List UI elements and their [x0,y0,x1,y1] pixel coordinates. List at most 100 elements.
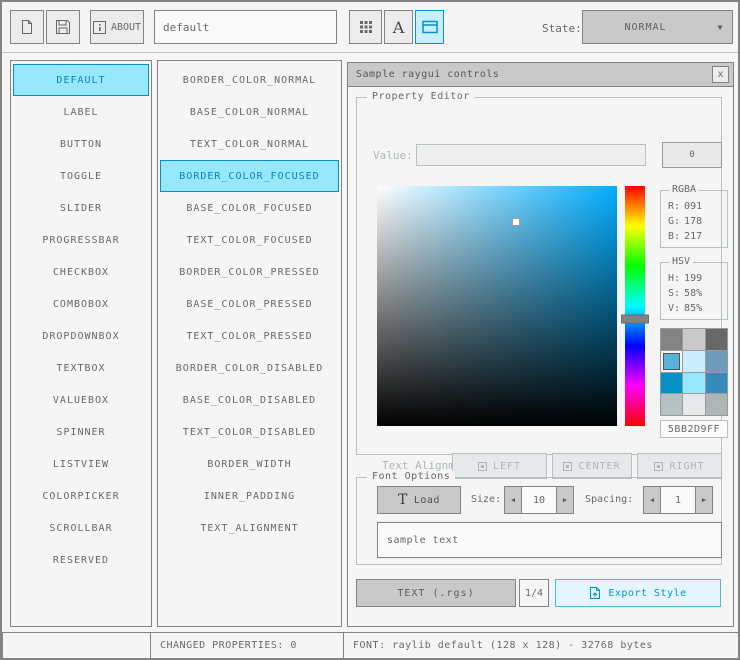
control-list-item[interactable]: COLORPICKER [13,480,149,512]
align-left-icon [477,461,487,471]
property-list-item[interactable]: TEXT_ALIGNMENT [160,512,339,544]
rgba-r-row: R: 091 [661,199,727,214]
palette-swatch[interactable] [705,350,727,372]
b-value: 217 [684,231,703,242]
palette-swatch[interactable] [661,394,683,415]
control-list-item[interactable]: COMBOBOX [13,288,149,320]
palette-swatch[interactable] [705,329,727,350]
spacing-value[interactable]: 1 [660,486,696,514]
control-list-item[interactable]: LABEL [13,96,149,128]
font-view-button[interactable]: A [384,10,413,44]
control-list-item[interactable]: TOGGLE [13,160,149,192]
control-list-item[interactable]: DROPDOWNBOX [13,320,149,352]
property-list-item[interactable]: TEXT_COLOR_NORMAL [160,128,339,160]
color-picker-cursor[interactable] [512,218,521,226]
status-bar-left [2,632,151,658]
style-color-palette [660,328,728,416]
changed-properties-text: CHANGED PROPERTIES: 0 [160,640,297,651]
spacing-decrement-button[interactable]: ◀ [643,486,661,514]
size-value[interactable]: 10 [521,486,557,514]
hue-slider-handle[interactable] [621,314,649,324]
font-info-text: FONT: raylib default (128 x 128) - 32768… [353,640,653,651]
text-format-button[interactable]: TEXT (.rgs) [356,579,516,607]
property-list-item[interactable]: BORDER_COLOR_FOCUSED [160,160,339,192]
about-button[interactable]: ABOUT [90,10,144,44]
properties-list: BORDER_COLOR_NORMAL BASE_COLOR_NORMAL TEXT… [157,60,342,627]
value-zero-button[interactable]: 0 [662,142,722,168]
property-list-item[interactable]: BORDER_COLOR_DISABLED [160,352,339,384]
hue-bar[interactable] [621,186,649,426]
hex-value-box[interactable]: 5BB2D9FF [660,420,728,438]
save-style-button[interactable] [46,10,80,44]
palette-swatch[interactable] [661,372,683,394]
property-list-item[interactable]: BORDER_COLOR_PRESSED [160,256,339,288]
font-T-icon: T [398,492,408,508]
property-list-item[interactable]: BASE_COLOR_DISABLED [160,384,339,416]
palette-swatch[interactable] [683,350,705,372]
r-value: 091 [684,201,703,212]
palette-swatch[interactable] [705,372,727,394]
state-dropdown[interactable]: NORMAL ▼ [582,10,733,44]
size-decrement-button[interactable]: ◀ [504,486,522,514]
hsv-v-row: V: 85% [661,301,727,316]
control-list-item[interactable]: DEFAULT [13,64,149,96]
text-format-label: TEXT (.rgs) [397,587,475,599]
hsv-s-row: S: 58% [661,286,727,301]
hsv-h-row: H: 199 [661,271,727,286]
control-list-item[interactable]: LISTVIEW [13,448,149,480]
close-icon: x [717,69,724,80]
control-list-item[interactable]: SCROLLBAR [13,512,149,544]
arrow-right-icon: ▶ [701,496,707,504]
controls-view-button[interactable] [415,10,444,44]
close-button[interactable]: x [712,66,729,83]
align-right-button[interactable]: RIGHT [637,453,722,479]
controls-list: DEFAULT LABEL BUTTON TOGGLE SLIDER PROGRESSBA… [10,60,152,627]
control-list-item[interactable]: PROGRESSBAR [13,224,149,256]
align-left-button[interactable]: LEFT [452,453,547,479]
palette-swatch[interactable] [683,394,705,415]
property-list-item[interactable]: TEXT_COLOR_FOCUSED [160,224,339,256]
color-picker-panel[interactable] [377,186,617,426]
control-list-item[interactable]: BUTTON [13,128,149,160]
sample-text-box[interactable]: sample text [377,522,722,558]
property-list-item[interactable]: INNER_PADDING [160,480,339,512]
palette-swatch[interactable] [683,329,705,350]
control-list-item[interactable]: SLIDER [13,192,149,224]
state-label: State: [542,22,582,35]
align-center-button[interactable]: CENTER [552,453,632,479]
property-list-item[interactable]: TEXT_COLOR_DISABLED [160,416,339,448]
sample-window-titlebar[interactable]: Sample raygui controls x [348,63,733,87]
palette-swatch[interactable] [705,394,727,415]
palette-swatch[interactable] [661,329,683,350]
control-list-item[interactable]: TEXTBOX [13,352,149,384]
property-list-item[interactable]: TEXT_COLOR_PRESSED [160,320,339,352]
value-input[interactable] [416,144,646,166]
control-list-item[interactable]: VALUEBOX [13,384,149,416]
property-list-item[interactable]: BASE_COLOR_NORMAL [160,96,339,128]
export-style-button[interactable]: Export Style [555,579,721,607]
property-list-item[interactable]: BORDER_COLOR_NORMAL [160,64,339,96]
sample-window-title: Sample raygui controls [356,69,500,80]
spacing-spinner: ◀ 1 ▶ [643,486,713,514]
control-list-item[interactable]: SPINNER [13,416,149,448]
spacing-increment-button[interactable]: ▶ [695,486,713,514]
palette-swatch[interactable] [661,350,683,372]
palette-swatch[interactable] [683,372,705,394]
new-style-button[interactable] [10,10,44,44]
size-increment-button[interactable]: ▶ [556,486,574,514]
style-name-input[interactable] [154,10,337,44]
control-list-item[interactable]: RESERVED [13,544,149,576]
status-bar-changed-properties: CHANGED PROPERTIES: 0 [150,632,344,658]
property-list-item[interactable]: BASE_COLOR_FOCUSED [160,192,339,224]
align-center-icon [563,461,573,471]
control-list-item[interactable]: CHECKBOX [13,256,149,288]
v-label: V: [668,303,681,314]
grid-icon [359,20,373,34]
property-list-item[interactable]: BORDER_WIDTH [160,448,339,480]
page-indicator[interactable]: 1/4 [519,579,549,607]
toolbar-separator [2,52,738,53]
font-load-button[interactable]: T Load [377,486,461,514]
style-table-view-button[interactable] [349,10,382,44]
value-zero-label: 0 [689,150,695,160]
property-list-item[interactable]: BASE_COLOR_PRESSED [160,288,339,320]
